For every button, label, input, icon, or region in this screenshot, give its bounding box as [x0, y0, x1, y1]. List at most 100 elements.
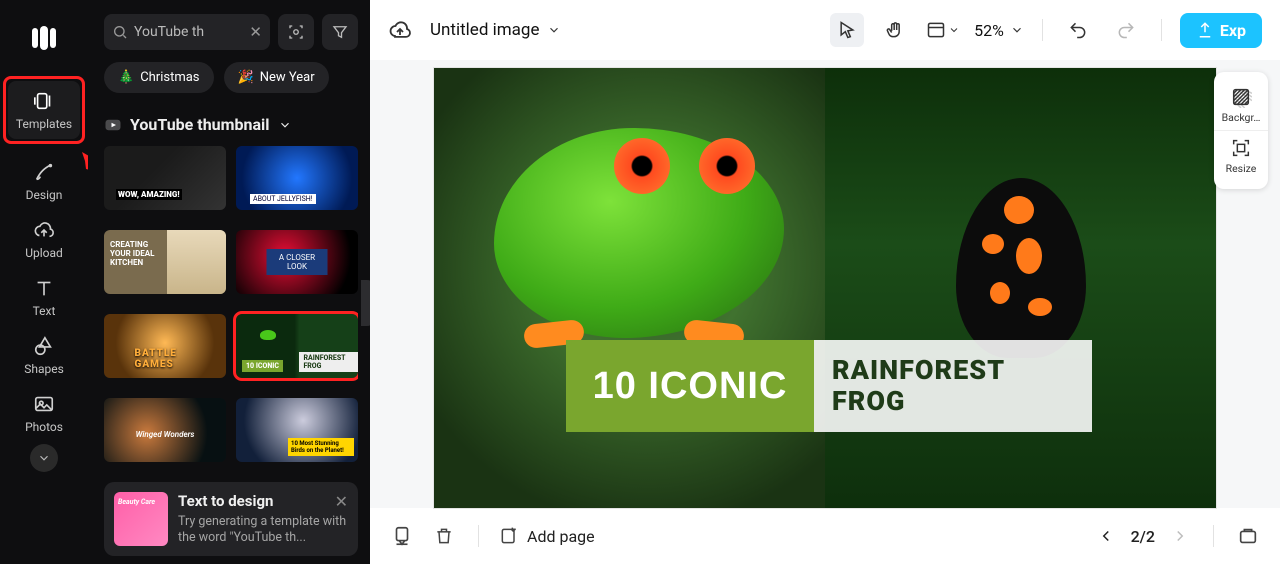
template-grid: 10 ICONIC RAINFOREST FROG: [104, 146, 358, 472]
pages-list-button[interactable]: [388, 522, 416, 550]
filter-icon: [331, 23, 349, 41]
text-to-design-preview: [114, 492, 168, 546]
layout-icon: [926, 20, 946, 40]
trash-icon: [434, 526, 454, 546]
delete-page-button[interactable]: [430, 522, 458, 550]
template-item[interactable]: [104, 398, 226, 462]
section-header[interactable]: YouTube thumbnail: [104, 115, 358, 134]
chip-christmas[interactable]: 🎄Christmas: [104, 62, 214, 93]
canvas-viewport[interactable]: 10 ICONIC RAINFOREST FROG: [370, 60, 1280, 508]
close-icon[interactable]: ✕: [335, 492, 348, 511]
redo-icon: [1116, 20, 1136, 40]
chip-new-year[interactable]: 🎉New Year: [224, 62, 329, 93]
next-page-button[interactable]: [1167, 523, 1193, 549]
template-item-selected[interactable]: 10 ICONIC RAINFOREST FROG: [236, 314, 358, 378]
cloud-save-button[interactable]: [388, 18, 412, 42]
rail-label: Templates: [16, 117, 72, 131]
rail-label: Photos: [25, 420, 63, 434]
canvas-area: 10 ICONIC RAINFOREST FROG Add page: [370, 60, 1280, 564]
top-bar: Untitled image 52%: [370, 0, 1280, 60]
layout-tool[interactable]: [926, 20, 960, 40]
template-item[interactable]: [236, 146, 358, 210]
background-tool[interactable]: Backgr…: [1214, 80, 1268, 131]
rail-templates-highlight: Templates: [3, 76, 85, 144]
rail-label: Upload: [25, 246, 63, 260]
left-rail: Templates Design Upload Text Shapes Phot…: [0, 0, 88, 564]
cursor-icon: [837, 20, 857, 40]
prev-page-button[interactable]: [1093, 523, 1119, 549]
chip-row: 🎄Christmas 🎉New Year: [104, 62, 358, 93]
document-title[interactable]: Untitled image: [430, 20, 561, 40]
search-box[interactable]: ✕: [104, 14, 270, 50]
hand-tool[interactable]: [878, 13, 912, 47]
chevron-down-icon: [278, 118, 292, 132]
add-page-button[interactable]: Add page: [499, 526, 595, 546]
template-item[interactable]: [104, 146, 226, 210]
party-icon: 🎉: [238, 70, 254, 85]
chevron-down-icon: [948, 24, 960, 36]
rail-item-shapes[interactable]: Shapes: [8, 326, 80, 384]
chevron-down-icon: [1010, 23, 1024, 37]
text-to-design-title: Text to design: [178, 492, 348, 510]
shapes-icon: [32, 334, 56, 358]
rail-more-button[interactable]: [30, 444, 58, 472]
chevron-left-icon: [1097, 527, 1115, 545]
page-indicator: 2/2: [1131, 527, 1155, 546]
divider: [1213, 525, 1214, 547]
text-icon: [32, 276, 56, 300]
select-tool[interactable]: [830, 13, 864, 47]
resize-tool[interactable]: Resize: [1214, 131, 1268, 181]
upload-icon: [32, 218, 56, 242]
rail-item-text[interactable]: Text: [8, 268, 80, 326]
canvas-frame[interactable]: 10 ICONIC RAINFOREST FROG: [434, 68, 1216, 508]
filter-button[interactable]: [322, 14, 358, 50]
add-page-icon: [499, 526, 519, 546]
present-button[interactable]: [1234, 522, 1262, 550]
rail-item-photos[interactable]: Photos: [8, 384, 80, 442]
template-item[interactable]: [104, 314, 226, 378]
divider: [478, 525, 479, 547]
design-icon: [32, 160, 56, 184]
search-input[interactable]: [134, 24, 243, 40]
templates-panel: ✕ 🎄Christmas 🎉New Year YouTube thumbnail…: [88, 0, 370, 564]
text-to-design-body: Try generating a template with the word …: [178, 514, 348, 547]
zoom-control[interactable]: 52%: [974, 21, 1024, 40]
right-tool-strip: Backgr… Resize: [1214, 72, 1268, 189]
redo-button[interactable]: [1109, 13, 1143, 47]
rail-item-upload[interactable]: Upload: [8, 210, 80, 268]
main-area: Untitled image 52%: [370, 0, 1280, 564]
text-to-design-card[interactable]: Text to design Try generating a template…: [104, 482, 358, 557]
search-row: ✕: [104, 14, 358, 50]
rail-item-templates[interactable]: Templates: [8, 81, 80, 139]
canvas-text-secondary[interactable]: RAINFOREST FROG: [814, 340, 1092, 432]
export-button[interactable]: Exp: [1180, 13, 1262, 48]
export-icon: [1196, 21, 1214, 39]
resize-icon: [1230, 137, 1252, 159]
youtube-icon: [104, 116, 122, 134]
undo-button[interactable]: [1061, 13, 1095, 47]
pages-stack-icon: [391, 525, 413, 547]
hand-icon: [885, 20, 905, 40]
divider: [1042, 19, 1043, 41]
bottom-bar: Add page 2/2: [370, 508, 1280, 564]
present-icon: [1237, 525, 1259, 547]
divider: [1161, 19, 1162, 41]
template-item[interactable]: [236, 230, 358, 294]
pager: 2/2: [1093, 523, 1193, 549]
rail-label: Design: [26, 188, 63, 202]
clear-search-icon[interactable]: ✕: [249, 23, 262, 41]
canvas-text-primary[interactable]: 10 ICONIC: [566, 340, 814, 432]
image-scan-icon: [287, 23, 305, 41]
chevron-right-icon: [1171, 527, 1189, 545]
scan-image-button[interactable]: [278, 14, 314, 50]
search-icon: [112, 24, 128, 40]
tree-icon: 🎄: [118, 70, 134, 85]
rail-label: Shapes: [24, 362, 64, 376]
background-icon: [1230, 86, 1252, 108]
app-logo[interactable]: [26, 20, 62, 56]
rail-item-design[interactable]: Design: [8, 152, 80, 210]
templates-icon: [32, 89, 56, 113]
template-item[interactable]: [236, 398, 358, 462]
template-item[interactable]: [104, 230, 226, 294]
undo-icon: [1068, 20, 1088, 40]
